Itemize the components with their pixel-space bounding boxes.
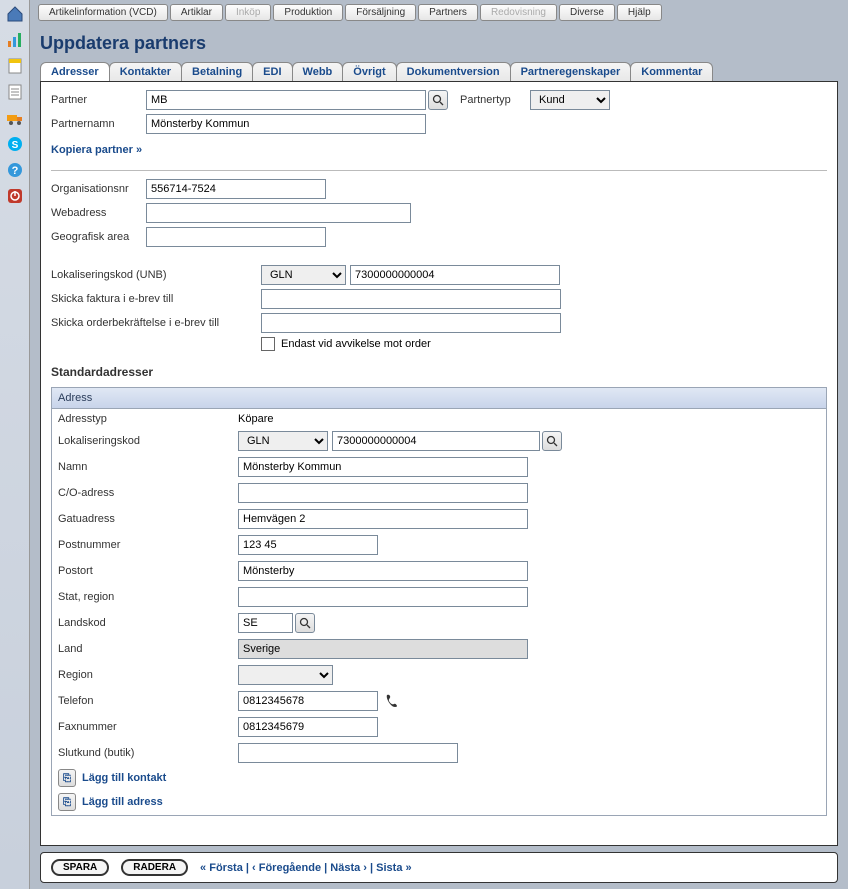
- label-co: C/O-adress: [58, 487, 238, 499]
- label-postort: Postort: [58, 565, 238, 577]
- radera-button[interactable]: RADERA: [121, 859, 188, 876]
- subtab-partneregenskaper[interactable]: Partneregenskaper: [510, 62, 632, 81]
- standardadresser-title: Standardadresser: [51, 365, 827, 379]
- land-input: [238, 639, 528, 659]
- subtab-webb[interactable]: Webb: [292, 62, 344, 81]
- label-gatu: Gatuadress: [58, 513, 238, 525]
- webadress-input[interactable]: [146, 203, 411, 223]
- chart-icon[interactable]: [5, 30, 25, 50]
- slutkund-input[interactable]: [238, 743, 458, 763]
- skicka-faktura-input[interactable]: [261, 289, 561, 309]
- svg-text:S: S: [11, 140, 18, 151]
- adr-lokkod-type-select[interactable]: GLN: [238, 431, 328, 451]
- subtab-adresser[interactable]: Adresser: [40, 62, 110, 81]
- landskod-search-button[interactable]: [295, 613, 315, 633]
- label-endast-avvik: Endast vid avvikelse mot order: [281, 338, 431, 350]
- fax-input[interactable]: [238, 717, 378, 737]
- telefon-input[interactable]: [238, 691, 378, 711]
- skicka-order-input[interactable]: [261, 313, 561, 333]
- left-sidebar: S ?: [0, 0, 30, 889]
- adresstyp-value: Köpare: [238, 413, 273, 425]
- tab-inkop[interactable]: Inköp: [225, 4, 271, 21]
- label-landskod: Landskod: [58, 617, 238, 629]
- label-lokkod-unb: Lokaliseringskod (UNB): [51, 269, 261, 281]
- landskod-input[interactable]: [238, 613, 293, 633]
- label-skicka-faktura: Skicka faktura i e-brev till: [51, 293, 261, 305]
- stat-input[interactable]: [238, 587, 528, 607]
- label-slutkund: Slutkund (butik): [58, 747, 238, 759]
- bottom-bar: SPARA RADERA « Första | ‹ Föregående | N…: [40, 852, 838, 883]
- label-partnernamn: Partnernamn: [51, 118, 146, 130]
- document-yellow-icon[interactable]: [5, 56, 25, 76]
- namn-input[interactable]: [238, 457, 528, 477]
- label-telefon: Telefon: [58, 695, 238, 707]
- add-kontakt-icon: ⎘: [58, 769, 76, 787]
- co-input[interactable]: [238, 483, 528, 503]
- lokkod-unb-value-input[interactable]: [350, 265, 560, 285]
- label-land: Land: [58, 643, 238, 655]
- endast-avvik-checkbox[interactable]: [261, 337, 275, 351]
- label-skicka-order: Skicka orderbekräftelse i e-brev till: [51, 317, 261, 329]
- form-panel: Partner Partnertyp Kund Partnernamn Kopi…: [40, 82, 838, 846]
- label-namn: Namn: [58, 461, 238, 473]
- label-partner: Partner: [51, 94, 146, 106]
- partnernamn-input[interactable]: [146, 114, 426, 134]
- kopiera-partner-link[interactable]: Kopiera partner »: [51, 144, 142, 156]
- skype-icon[interactable]: S: [5, 134, 25, 154]
- partnertyp-select[interactable]: Kund: [530, 90, 610, 110]
- label-geoarea: Geografisk area: [51, 231, 146, 243]
- tab-artikelinformation[interactable]: Artikelinformation (VCD): [38, 4, 168, 21]
- page-title: Uppdatera partners: [40, 33, 838, 54]
- geoarea-input[interactable]: [146, 227, 326, 247]
- power-icon[interactable]: [5, 186, 25, 206]
- subtab-ovrigt[interactable]: Övrigt: [342, 62, 396, 81]
- partner-input[interactable]: [146, 90, 426, 110]
- tab-diverse[interactable]: Diverse: [559, 4, 615, 21]
- partner-search-button[interactable]: [428, 90, 448, 110]
- label-fax: Faxnummer: [58, 721, 238, 733]
- adr-lokkod-search-button[interactable]: [542, 431, 562, 451]
- gatu-input[interactable]: [238, 509, 528, 529]
- adr-lokkod-value-input[interactable]: [332, 431, 540, 451]
- address-header: Adress: [52, 388, 826, 409]
- tab-produktion[interactable]: Produktion: [273, 4, 343, 21]
- svg-text:?: ?: [11, 165, 18, 177]
- subtab-kontakter[interactable]: Kontakter: [109, 62, 182, 81]
- tab-partners[interactable]: Partners: [418, 4, 478, 21]
- help-icon[interactable]: ?: [5, 160, 25, 180]
- document-list-icon[interactable]: [5, 82, 25, 102]
- add-adress-link[interactable]: ⎘ Lägg till adress: [58, 793, 820, 811]
- postort-input[interactable]: [238, 561, 528, 581]
- label-adresstyp: Adresstyp: [58, 413, 238, 425]
- top-tab-bar: Artikelinformation (VCD) Artiklar Inköp …: [30, 0, 848, 21]
- record-nav[interactable]: « Första | ‹ Föregående | Nästa › | Sist…: [200, 862, 412, 874]
- orgnr-input[interactable]: [146, 179, 326, 199]
- label-orgnr: Organisationsnr: [51, 183, 146, 195]
- tab-redovisning[interactable]: Redovisning: [480, 4, 557, 21]
- tab-forsaljning[interactable]: Försäljning: [345, 4, 416, 21]
- truck-icon[interactable]: [5, 108, 25, 128]
- tab-artiklar[interactable]: Artiklar: [170, 4, 223, 21]
- phone-icon[interactable]: [384, 693, 400, 709]
- tab-hjalp[interactable]: Hjälp: [617, 4, 662, 21]
- sub-tab-bar: Adresser Kontakter Betalning EDI Webb Öv…: [40, 62, 838, 82]
- add-adress-icon: ⎘: [58, 793, 76, 811]
- address-box: Adress Adresstyp Köpare Lokaliseringskod…: [51, 387, 827, 816]
- subtab-kommentar[interactable]: Kommentar: [630, 62, 713, 81]
- label-lokkod: Lokaliseringskod: [58, 435, 238, 447]
- label-region: Region: [58, 669, 238, 681]
- add-kontakt-link[interactable]: ⎘ Lägg till kontakt: [58, 769, 820, 787]
- label-webadress: Webadress: [51, 207, 146, 219]
- label-stat: Stat, region: [58, 591, 238, 603]
- home-icon[interactable]: [5, 4, 25, 24]
- lokkod-unb-type-select[interactable]: GLN: [261, 265, 346, 285]
- subtab-dokumentversion[interactable]: Dokumentversion: [396, 62, 511, 81]
- spara-button[interactable]: SPARA: [51, 859, 109, 876]
- subtab-betalning[interactable]: Betalning: [181, 62, 253, 81]
- label-postnr: Postnummer: [58, 539, 238, 551]
- label-partnertyp: Partnertyp: [460, 94, 530, 106]
- region-select[interactable]: [238, 665, 333, 685]
- subtab-edi[interactable]: EDI: [252, 62, 292, 81]
- postnr-input[interactable]: [238, 535, 378, 555]
